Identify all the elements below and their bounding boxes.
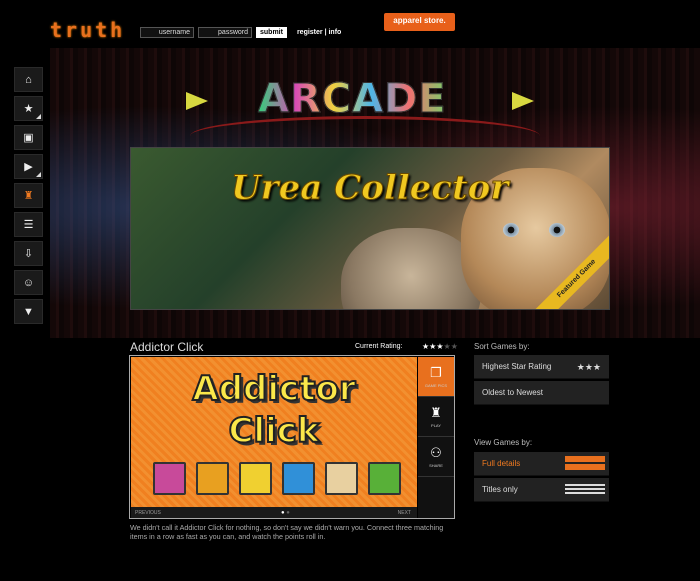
view-full-details[interactable]: Full details — [474, 452, 609, 476]
carrot-tile — [196, 462, 229, 495]
home-icon[interactable]: ⌂ — [14, 67, 43, 92]
full-details-icon — [565, 456, 605, 470]
view-header: View Games by: — [474, 438, 533, 447]
register-info-links[interactable]: register | info — [297, 29, 341, 36]
view-option-label: Titles only — [482, 485, 518, 494]
arcade-icon[interactable]: ♜ — [14, 183, 43, 208]
previous-button[interactable]: PREVIOUS — [135, 510, 161, 516]
sort-highest-rating[interactable]: Highest Star Rating ★★★ — [474, 355, 609, 379]
download-icon[interactable]: ⇩ — [14, 241, 43, 266]
username-field[interactable]: username — [140, 27, 194, 38]
play-label: PLAY — [431, 423, 441, 428]
home-glyph: ⌂ — [25, 73, 32, 86]
share-icon: ⚇ — [430, 445, 442, 460]
right-flag-icon — [512, 92, 534, 110]
document-glyph: ☰ — [23, 219, 34, 231]
featured-game-banner[interactable]: Urea Collector Featured Game — [130, 147, 610, 310]
tshirt-icon[interactable]: ▼ — [14, 299, 43, 324]
art-title-line1: Addictor — [191, 368, 356, 410]
kitten-eye — [503, 223, 519, 237]
star-empty-icon[interactable]: ★ — [451, 342, 458, 351]
briefcase-icon[interactable]: ▣ — [14, 125, 43, 150]
people-icon[interactable]: ☺ — [14, 270, 43, 295]
arcade-sign-title: ARCADE — [258, 76, 447, 123]
star-icon[interactable]: ★ — [14, 96, 43, 121]
share-button[interactable]: ⚇ SHARE — [418, 437, 454, 477]
kitten-eye — [549, 223, 565, 237]
tshirt-glyph: ▼ — [23, 305, 34, 318]
play-button[interactable]: ♜ PLAY — [418, 397, 454, 437]
rating-label: Current Rating: — [355, 343, 403, 350]
cup-tile — [153, 462, 186, 495]
kitten-back — [341, 228, 481, 309]
apparel-store-button[interactable]: apparel store. — [384, 13, 455, 31]
share-label: SHARE — [429, 463, 443, 468]
sort-option-label: Oldest to Newest — [482, 388, 543, 397]
shoe-tile — [239, 462, 272, 495]
briefcase-glyph: ▣ — [23, 132, 34, 144]
gallery-nav-bar: PREVIOUS ● ● NEXT — [131, 507, 417, 518]
document-icon[interactable]: ☰ — [14, 212, 43, 237]
art-title-line2: Click — [227, 410, 320, 452]
titles-only-icon — [565, 484, 605, 496]
login-form: username password submit register | info — [140, 27, 341, 38]
rating-stars[interactable]: ★★★★★ — [422, 342, 458, 351]
star-glyph: ★ — [23, 103, 34, 115]
sort-option-label: Highest Star Rating — [482, 362, 552, 371]
banner-game-title: Urea Collector — [230, 168, 509, 209]
left-flag-icon — [186, 92, 208, 110]
game-side-menu: ❐ GAME PICS ♜ PLAY ⚇ SHARE — [418, 357, 454, 518]
dots-tile — [282, 462, 315, 495]
play-glyph: ▶ — [24, 161, 33, 173]
game-tiles — [153, 462, 401, 495]
submit-button[interactable]: submit — [256, 27, 287, 38]
star-filled-icon[interactable]: ★ — [436, 342, 443, 351]
view-option-label: Full details — [482, 459, 521, 468]
sort-oldest-newest[interactable]: Oldest to Newest — [474, 381, 609, 405]
play-icon[interactable]: ▶ — [14, 154, 43, 179]
game-title: Addictor Click — [130, 340, 204, 354]
star-empty-icon[interactable]: ★ — [444, 342, 451, 351]
people-glyph: ☺ — [22, 276, 35, 289]
view-titles-only[interactable]: Titles only — [474, 478, 609, 502]
rating-stars-icon: ★★★ — [576, 362, 601, 372]
game-screenshot[interactable]: Addictor Click — [131, 357, 417, 507]
pictures-icon: ❐ — [430, 365, 442, 380]
site-logo[interactable]: truth — [50, 18, 125, 42]
game-pics-button[interactable]: ❐ GAME PICS — [418, 357, 454, 397]
arcade-glyph: ♜ — [23, 190, 34, 202]
joystick-icon: ♜ — [430, 405, 442, 420]
sort-header: Sort Games by: — [474, 342, 530, 351]
password-field[interactable]: password — [198, 27, 252, 38]
game-pics-label: GAME PICS — [424, 383, 448, 388]
side-nav: ⌂ ★ ▣ ▶ ♜ ☰ ⇩ ☺ ▼ — [14, 67, 43, 328]
download-glyph: ⇩ — [23, 248, 34, 260]
next-button[interactable]: NEXT — [398, 510, 411, 516]
gallery-dots[interactable]: ● ● — [281, 510, 290, 516]
game-preview-box: Addictor Click PREVIOUS ● ● NEXT ❐ GAME … — [129, 355, 455, 519]
frog-tile — [368, 462, 401, 495]
bread-tile — [325, 462, 358, 495]
game-description: We didn't call it Addictor Click for not… — [130, 523, 444, 541]
